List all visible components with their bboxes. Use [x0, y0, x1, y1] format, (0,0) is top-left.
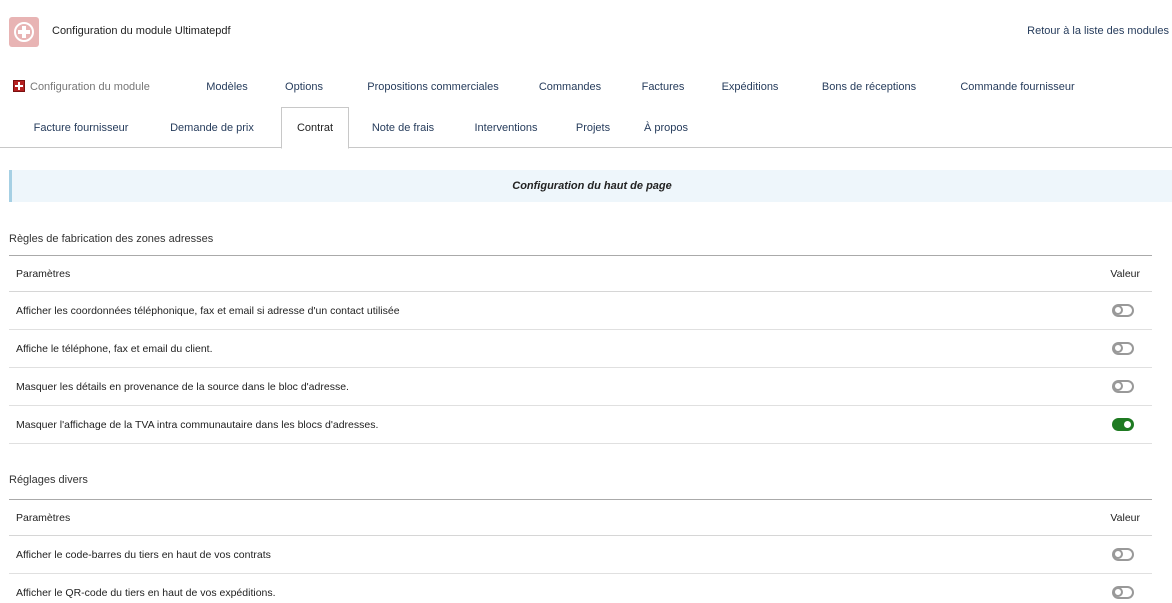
- table-row: Afficher le code-barres du tiers en haut…: [9, 536, 1152, 574]
- tab-factures[interactable]: Factures: [630, 66, 696, 107]
- setting-label: Masquer l'affichage de la TVA intra comm…: [16, 418, 379, 431]
- tab-configuration-module[interactable]: Configuration du module: [13, 66, 173, 107]
- column-header-parameters: Paramètres: [16, 511, 71, 524]
- column-header-parameters: Paramètres: [16, 267, 71, 280]
- address-rules-table: Paramètres Valeur Afficher les coordonné…: [9, 255, 1152, 444]
- tab-label: Factures: [641, 80, 685, 93]
- table-row: Afficher les coordonnées téléphonique, f…: [9, 292, 1152, 330]
- tabs-row-1: Configuration du module Modèles Options …: [0, 66, 1172, 106]
- tab-interventions[interactable]: Interventions: [462, 107, 550, 148]
- tab-label: Propositions commerciales: [367, 80, 499, 93]
- tabs-row-2: Facture fournisseur Demande de prix Cont…: [0, 107, 1172, 149]
- tab-expeditions[interactable]: Expéditions: [708, 66, 792, 107]
- tab-label: Commande fournisseur: [960, 80, 1075, 93]
- back-to-modules-link[interactable]: Retour à la liste des modules: [1027, 25, 1169, 37]
- tab-facture-fournisseur[interactable]: Facture fournisseur: [20, 107, 142, 148]
- tab-note-de-frais[interactable]: Note de frais: [360, 107, 446, 148]
- tab-propositions-commerciales[interactable]: Propositions commerciales: [348, 66, 518, 107]
- tab-a-propos[interactable]: À propos: [634, 107, 698, 148]
- page-header: Configuration du module Ultimatepdf Reto…: [0, 0, 1172, 62]
- tab-label: Modèles: [206, 80, 248, 93]
- tab-label: À propos: [643, 121, 689, 134]
- tab-label: Facture fournisseur: [33, 121, 129, 134]
- table-header-row: Paramètres Valeur: [9, 256, 1152, 292]
- group-title-address-rules: Règles de fabrication des zones adresses: [9, 233, 214, 245]
- tab-label: Expéditions: [721, 80, 779, 93]
- tab-demande-de-prix[interactable]: Demande de prix: [157, 107, 267, 148]
- toggle-knob: [1113, 549, 1123, 559]
- setting-label: Affiche le téléphone, fax et email du cl…: [16, 342, 213, 355]
- toggle-switch[interactable]: [1112, 586, 1134, 599]
- tab-label: Options: [285, 80, 323, 93]
- tab-label: Note de frais: [371, 121, 435, 134]
- tab-contrat[interactable]: Contrat: [281, 107, 349, 149]
- setting-label: Afficher le code-barres du tiers en haut…: [16, 548, 271, 561]
- tab-bons-de-receptions[interactable]: Bons de réceptions: [805, 66, 933, 107]
- tab-label: Demande de prix: [170, 121, 254, 134]
- table-row: Affiche le téléphone, fax et email du cl…: [9, 330, 1152, 368]
- column-header-value: Valeur: [1110, 511, 1140, 524]
- tab-projets[interactable]: Projets: [565, 107, 621, 148]
- toggle-knob: [1113, 343, 1123, 353]
- section-banner: Configuration du haut de page: [9, 170, 1172, 202]
- module-config-icon: [13, 79, 25, 92]
- setting-label: Afficher les coordonnées téléphonique, f…: [16, 304, 400, 317]
- tab-modeles[interactable]: Modèles: [194, 66, 260, 107]
- group-title-misc-settings: Réglages divers: [9, 474, 88, 486]
- table-row: Masquer l'affichage de la TVA intra comm…: [9, 406, 1152, 444]
- toggle-switch[interactable]: [1112, 548, 1134, 561]
- tab-options[interactable]: Options: [275, 66, 333, 107]
- toggle-knob: [1113, 381, 1123, 391]
- toggle-knob: [1122, 419, 1133, 430]
- module-logo-icon: [9, 17, 39, 47]
- toggle-knob: [1113, 587, 1123, 597]
- tab-commandes[interactable]: Commandes: [530, 66, 610, 107]
- tab-label: Projets: [575, 121, 611, 134]
- toggle-switch[interactable]: [1112, 380, 1134, 393]
- tab-label: Configuration du module: [30, 80, 150, 93]
- table-row: Masquer les détails en provenance de la …: [9, 368, 1152, 406]
- table-row: Afficher le QR-code du tiers en haut de …: [9, 574, 1152, 603]
- tab-label: Commandes: [538, 80, 602, 93]
- toggle-switch[interactable]: [1112, 342, 1134, 355]
- toggle-switch[interactable]: [1112, 418, 1134, 431]
- tab-label: Interventions: [474, 121, 538, 134]
- toggle-switch[interactable]: [1112, 304, 1134, 317]
- tab-label: Contrat: [296, 122, 334, 134]
- table-header-row: Paramètres Valeur: [9, 500, 1152, 536]
- misc-settings-table: Paramètres Valeur Afficher le code-barre…: [9, 499, 1152, 603]
- column-header-value: Valeur: [1110, 267, 1140, 280]
- setting-label: Masquer les détails en provenance de la …: [16, 380, 349, 393]
- setting-label: Afficher le QR-code du tiers en haut de …: [16, 586, 276, 599]
- tab-commande-fournisseur[interactable]: Commande fournisseur: [945, 66, 1090, 107]
- toggle-knob: [1113, 305, 1123, 315]
- tab-label: Bons de réceptions: [821, 80, 917, 93]
- page-title: Configuration du module Ultimatepdf: [52, 25, 231, 37]
